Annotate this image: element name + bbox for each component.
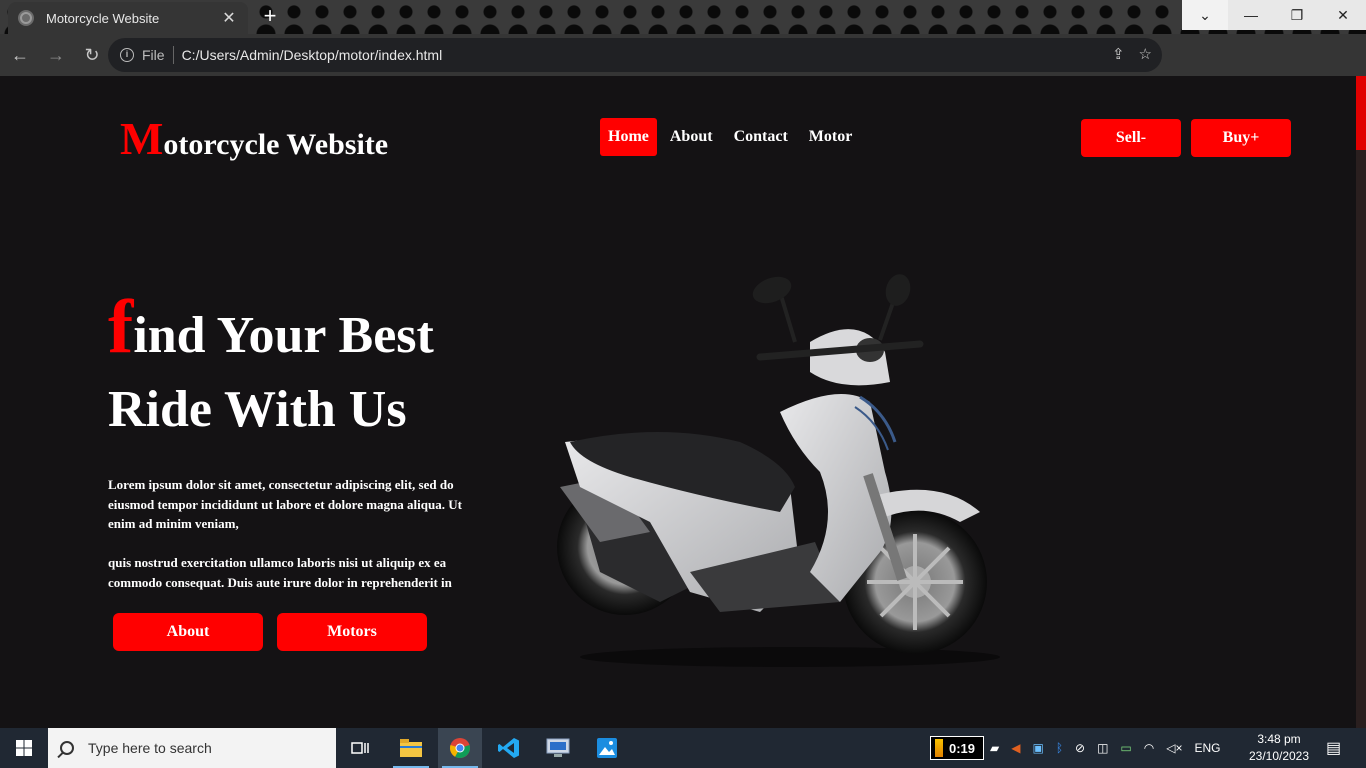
buy-button[interactable]: Buy+ [1191, 119, 1291, 157]
about-button[interactable]: About [113, 613, 263, 651]
nav-home[interactable]: Home [600, 118, 657, 156]
logo-text: otorcycle Website [163, 128, 389, 161]
recording-timer[interactable]: 0:19 [930, 736, 984, 760]
url-text[interactable]: C:/Users/Admin/Desktop/motor/index.html [182, 47, 443, 63]
hero-title-line1: ind Your Best [133, 307, 434, 364]
nav-motor[interactable]: Motor [801, 118, 861, 156]
hero-title: find Your Best Ride With Us [108, 289, 434, 447]
language-indicator[interactable]: ENG [1195, 741, 1221, 755]
tray-app-icon[interactable]: ▰ [990, 741, 999, 755]
new-tab-button[interactable]: + [258, 4, 282, 28]
hero-paragraph-1: Lorem ipsum dolor sit amet, consectetur … [108, 477, 462, 531]
web-page: Motorcycle Website Home About Contact Mo… [0, 76, 1356, 728]
photos-icon[interactable] [585, 728, 629, 768]
timer-indicator [935, 739, 943, 757]
battery-icon[interactable]: ▭ [1120, 741, 1131, 755]
reload-icon[interactable]: ↻ [76, 39, 108, 71]
window-controls: ⌄ — ❐ ✕ [1182, 0, 1366, 30]
hero-paragraph-2: quis nostrud exercitation ullamco labori… [108, 555, 452, 590]
tray-device-icon[interactable]: ◫ [1097, 741, 1108, 755]
forward-arrow-icon[interactable]: → [40, 39, 72, 71]
motors-button[interactable]: Motors [277, 613, 427, 651]
file-explorer-icon[interactable] [389, 728, 433, 768]
back-arrow-icon[interactable]: ← [4, 39, 36, 71]
page-scrollbar[interactable] [1356, 76, 1366, 728]
scheme-label: File [142, 47, 165, 63]
taskbar: Type here to search ▰ ◀ ▣ ᛒ ⊘ ◫ ▭ ◠ ◁× E… [0, 728, 1366, 768]
nav-contact[interactable]: Contact [726, 118, 796, 156]
tray-monitor-icon[interactable]: ▣ [1032, 741, 1043, 755]
wifi-icon[interactable]: ◠ [1144, 741, 1154, 755]
search-placeholder: Type here to search [88, 740, 212, 756]
minimize-button[interactable]: — [1228, 0, 1274, 30]
clock-date: 23/10/2023 [1248, 749, 1310, 763]
search-icon [60, 741, 74, 755]
site-logo[interactable]: Motorcycle Website [120, 112, 388, 165]
divider [172, 46, 174, 64]
remote-desktop-icon[interactable] [536, 728, 580, 768]
clock-time: 3:48 pm [1257, 732, 1301, 746]
chrome-icon[interactable] [438, 728, 482, 768]
nav-about[interactable]: About [662, 118, 721, 156]
address-bar[interactable]: i File C:/Users/Admin/Desktop/motor/inde… [108, 38, 1162, 72]
globe-icon [18, 10, 34, 26]
taskbar-search-input[interactable]: Type here to search [48, 728, 336, 768]
close-window-button[interactable]: ✕ [1320, 0, 1366, 30]
windows-start-icon[interactable] [0, 728, 48, 768]
main-nav: Home About Contact Motor [600, 118, 865, 156]
share-icon[interactable]: ⇪ [1112, 45, 1125, 63]
logo-first-letter: M [120, 113, 164, 164]
task-view-icon[interactable] [338, 728, 382, 768]
notifications-icon[interactable]: ▤ [1326, 728, 1341, 768]
vscode-icon[interactable] [487, 728, 531, 768]
tab-title: Motorcycle Website [46, 10, 160, 26]
close-tab-icon[interactable]: ✕ [220, 8, 238, 28]
site-info-icon[interactable]: i [120, 48, 134, 62]
speaker-icon[interactable]: ◁× [1166, 741, 1182, 755]
network-disconnected-icon[interactable]: ⊘ [1075, 741, 1085, 755]
hero-title-line2: Ride With Us [108, 381, 407, 438]
restore-button[interactable]: ❐ [1274, 0, 1320, 30]
timer-value: 0:19 [949, 740, 976, 756]
scrollbar-thumb[interactable] [1356, 76, 1366, 150]
tab-strip: Motorcycle Website ✕ + ⌄ — ❐ ✕ [0, 0, 1366, 34]
sell-button[interactable]: Sell- [1081, 119, 1181, 157]
tab-search-chevron-icon[interactable]: ⌄ [1182, 0, 1228, 30]
bookmark-star-icon[interactable]: ☆ [1139, 45, 1152, 63]
scooter-image [557, 274, 1000, 667]
hero-description: Lorem ipsum dolor sit amet, consectetur … [108, 475, 470, 592]
browser-toolbar: ← → ↻ i File C:/Users/Admin/Desktop/moto… [0, 34, 1366, 100]
hero-first-letter: f [108, 285, 134, 369]
system-tray: ▰ ◀ ▣ ᛒ ⊘ ◫ ▭ ◠ ◁× ENG [990, 728, 1221, 768]
bluetooth-icon[interactable]: ᛒ [1056, 741, 1063, 755]
browser-tab[interactable]: Motorcycle Website ✕ [8, 2, 248, 34]
clock[interactable]: 3:48 pm 23/10/2023 [1244, 731, 1314, 765]
omnibox-actions: ⇪ ☆ [1112, 45, 1152, 63]
volume-muted-icon[interactable]: ◀ [1011, 741, 1020, 755]
